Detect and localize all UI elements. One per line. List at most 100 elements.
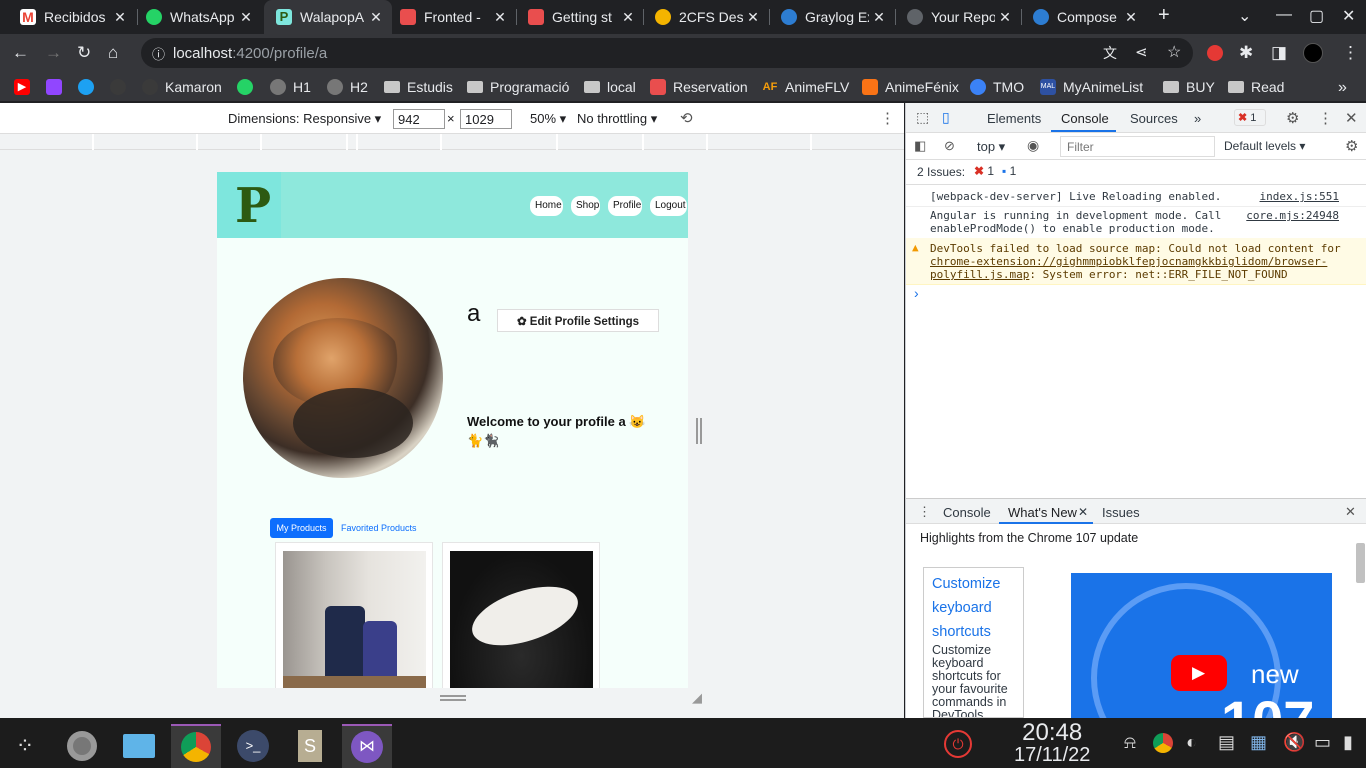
files-app-icon[interactable] [114,724,164,768]
tab-your-repo[interactable]: Your Repo ✕ [895,0,1021,34]
dimensions-select[interactable]: Dimensions: Responsive ▾ [228,111,381,127]
issues-bar[interactable]: 2 Issues: ✖ 1 ▪ 1 [906,160,1366,185]
extensions-icon[interactable]: ✱ [1239,43,1253,63]
minimize-button[interactable]: — [1276,6,1292,24]
profile-avatar[interactable] [1303,43,1323,63]
bookmark-folder-local[interactable]: local [584,79,636,95]
bookmark-h2[interactable]: H2 [327,79,368,95]
close-tab-icon[interactable]: ✕ [869,9,889,26]
bookmark-youtube[interactable]: ▶ [14,79,37,95]
tab-console[interactable]: Console [1061,111,1109,126]
scratchpad-app-icon[interactable]: S [285,724,335,768]
bookmark-tmo[interactable]: TMO [970,79,1024,95]
bookmark-folder-programacio[interactable]: Programació [467,79,569,95]
edit-profile-button[interactable]: ✿ Edit Profile Settings [497,309,659,332]
log-source-link[interactable]: core.mjs:24948 [1246,209,1339,222]
drawer-tab-issues[interactable]: Issues [1102,505,1140,520]
bookmark-animefenix[interactable]: AnimeFénix [862,79,959,95]
close-tab-icon[interactable]: ✕ [110,9,130,26]
tab-sources[interactable]: Sources [1130,111,1178,126]
nav-logout[interactable]: Logout [650,196,687,216]
more-bookmarks-icon[interactable]: » [1338,79,1347,97]
clock[interactable]: 20:48 17/11/22 [1014,721,1090,767]
drawer-tab-console[interactable]: Console [943,505,991,520]
translate-icon[interactable]: 文 [1103,43,1117,63]
drawer-menu-icon[interactable]: ⋮ [918,504,931,520]
throttling-select[interactable]: No throttling ▾ [577,111,657,127]
bookmark-animeflv[interactable]: AF AnimeFLV [762,79,849,95]
tab-compose[interactable]: Compose ✕ [1021,0,1147,34]
close-devtools-icon[interactable]: ✕ [1345,109,1358,127]
network-icon[interactable]: ▦ [1250,732,1267,753]
power-icon[interactable]: ⏻ [944,730,972,758]
device-toggle-icon[interactable]: ▯ [942,109,950,126]
volume-muted-icon[interactable]: 🔇 [1283,732,1305,753]
bookmark-star-icon[interactable]: ☆ [1167,42,1181,62]
tab-whatsapp[interactable]: WhatsApp ✕ [134,0,262,34]
bookmark-folder-estudis[interactable]: Estudis [384,79,453,95]
device-width-input[interactable]: 942 [393,109,445,129]
more-tabs-icon[interactable]: » [1194,111,1201,126]
bookmark-kamaron[interactable]: Kamaron [142,79,222,95]
drawer-scrollbar[interactable] [1356,543,1365,583]
terminal-app-icon[interactable]: >_ [228,724,278,768]
notifications-icon[interactable]: ⍾ [1124,732,1136,753]
bookmark-h1[interactable]: H1 [270,79,311,95]
side-panel-icon[interactable]: ◨ [1271,43,1287,63]
clipboard-icon[interactable]: ▤ [1218,732,1235,753]
reload-icon[interactable]: ↻ [77,43,91,63]
back-icon[interactable]: ← [12,43,29,63]
launcher-icon[interactable]: ⁘ [0,724,50,768]
media-query-ruler[interactable] [0,134,904,150]
tab-elements[interactable]: Elements [987,111,1041,126]
vpn-icon[interactable]: ◐ [1186,732,1197,753]
tab-2cfs[interactable]: 2CFS Desp✕ [643,0,769,34]
close-tab-icon[interactable]: ✕ [490,9,510,26]
tab-gmail[interactable]: M Recibidos (✕ [8,0,136,34]
chrome-app-icon[interactable] [171,724,221,768]
address-bar[interactable]: ⓘ localhost:4200/profile/a 文 ⋖ ☆ [141,38,1193,68]
console-prompt[interactable]: › [914,285,919,301]
rotate-icon[interactable]: ⟲ [680,109,693,127]
close-tab-icon[interactable]: ✕ [743,9,763,26]
favorited-products-tab[interactable]: Favorited Products [341,523,417,533]
device-options-icon[interactable]: ⋮ [880,109,895,127]
eye-icon[interactable]: ◉ [1027,137,1039,154]
forward-icon[interactable]: → [45,43,62,63]
menu-icon[interactable]: ⋮ [1342,43,1359,63]
bookmark-reservation[interactable]: Reservation [650,79,748,95]
context-select[interactable]: top ▾ [977,139,1005,155]
settings-app-icon[interactable] [57,724,107,768]
tab-fronted[interactable]: Fronted - ✕ [388,0,516,34]
tab-getting-started[interactable]: Getting st ✕ [516,0,644,34]
display-icon[interactable]: ▭ [1314,732,1331,753]
my-products-tab[interactable]: My Products [270,518,333,538]
devtools-menu-icon[interactable]: ⋮ [1318,109,1333,127]
site-logo[interactable]: P [217,172,281,238]
maximize-button[interactable]: ▢ [1309,6,1324,26]
whats-new-card[interactable]: Customize keyboard shortcuts Customize k… [923,567,1024,718]
resize-corner-icon[interactable]: ◢ [692,690,702,706]
resize-handle-bottom[interactable] [440,695,466,701]
device-height-input[interactable]: 1029 [460,109,512,129]
site-info-icon[interactable]: ⓘ [152,44,165,63]
close-drawer-icon[interactable]: ✕ [1345,504,1356,520]
new-tab-button[interactable]: + [1158,5,1170,25]
close-tab-icon[interactable]: ✕ [366,9,386,26]
console-filter-input[interactable]: Filter [1060,136,1215,157]
close-tab-icon[interactable]: ✕ [1121,9,1141,26]
nav-profile[interactable]: Profile [608,196,642,216]
nav-home[interactable]: Home [530,196,563,216]
close-window-button[interactable]: ✕ [1342,6,1355,26]
bookmark-twitch[interactable] [46,79,69,95]
product-card[interactable] [442,542,600,688]
tab-search-icon[interactable]: ⌄ [1238,6,1251,26]
nav-shop[interactable]: Shop [571,196,600,216]
adblock-extension-icon[interactable] [1207,45,1223,61]
battery-icon[interactable]: ▮ [1343,732,1353,753]
bookmark-folder-read[interactable]: Read [1228,79,1284,95]
whats-new-promo-image[interactable]: ▶ new 107 [1071,573,1332,718]
error-counter[interactable]: ✖ 1 [1234,109,1266,126]
product-card[interactable] [275,542,433,688]
close-whats-new-icon[interactable]: ✕ [1078,505,1088,519]
